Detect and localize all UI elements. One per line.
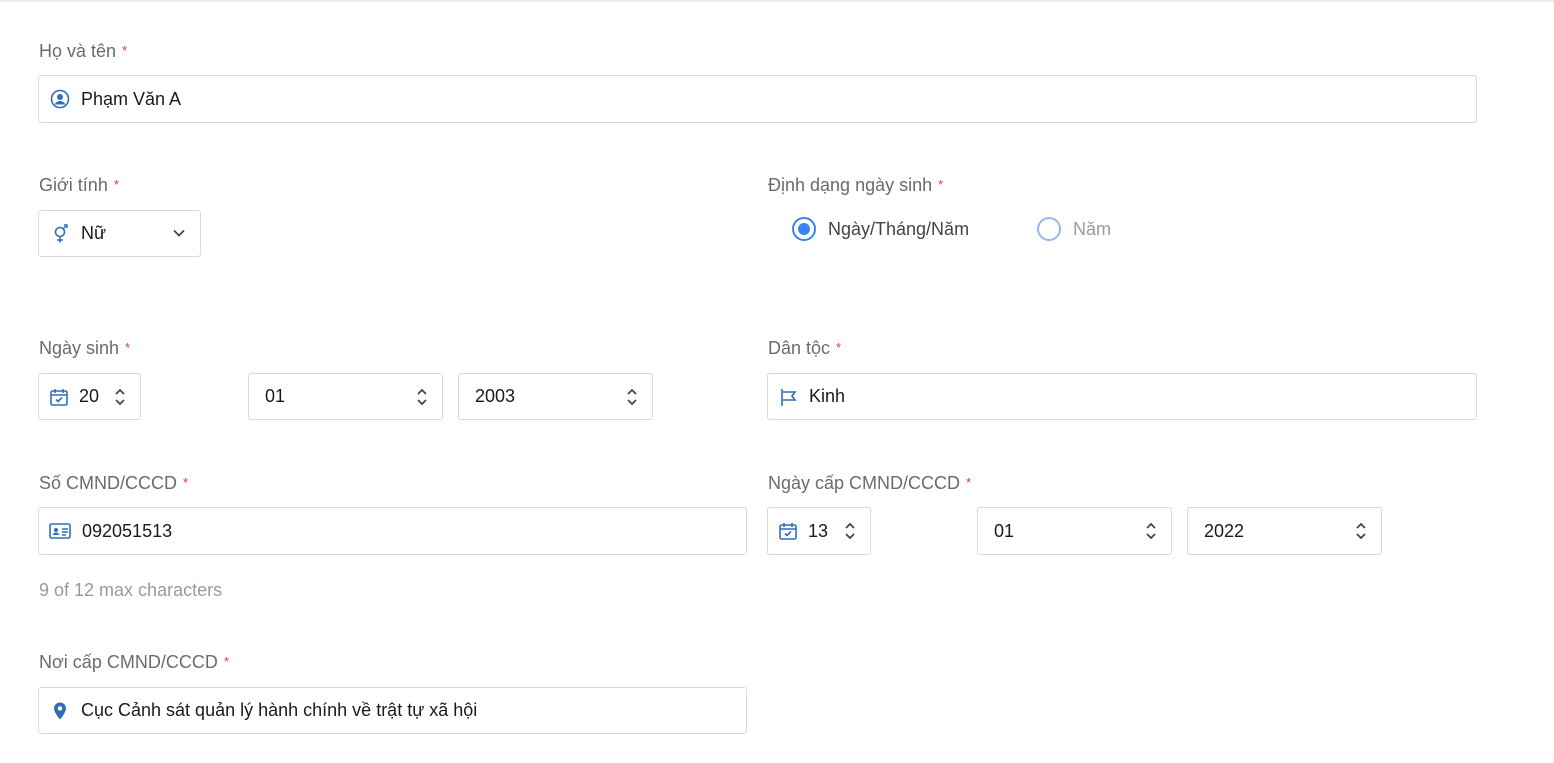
- location-pin-icon: [50, 701, 70, 721]
- user-circle-icon: [50, 89, 70, 109]
- full-name-label: Họ và tên *: [39, 41, 128, 61]
- id-issue-day-input[interactable]: 13: [767, 507, 871, 555]
- calendar-icon: [49, 387, 69, 407]
- id-number-char-count: 9 of 12 max characters: [39, 580, 223, 600]
- chevron-down-icon: [172, 226, 186, 245]
- spinner-icon[interactable]: [416, 387, 428, 407]
- full-name-value: Phạm Văn A: [81, 88, 182, 109]
- full-name-input[interactable]: Phạm Văn A: [38, 75, 1477, 123]
- radio-unselected-indicator: [1037, 217, 1061, 241]
- calendar-icon: [778, 521, 798, 541]
- id-issue-date-label: Ngày cấp CMND/CCCD *: [768, 473, 972, 493]
- gender-label: Giới tính *: [39, 175, 119, 195]
- gender-select[interactable]: Nữ: [38, 210, 201, 257]
- dob-format-label: Định dạng ngày sinh *: [768, 175, 944, 195]
- radio-selected-indicator: [792, 217, 816, 241]
- id-issue-place-label: Nơi cấp CMND/CCCD *: [39, 652, 229, 672]
- id-number-label: Số CMND/CCCD *: [39, 473, 189, 493]
- top-divider: [0, 0, 1554, 3]
- ethnicity-input[interactable]: Kinh: [767, 373, 1477, 420]
- spinner-icon[interactable]: [844, 521, 856, 541]
- dob-month-input[interactable]: 01: [248, 373, 443, 420]
- dob-label: Ngày sinh *: [39, 338, 131, 358]
- radio-day-month-year[interactable]: Ngày/Tháng/Năm: [792, 217, 969, 241]
- spinner-icon[interactable]: [114, 387, 126, 407]
- dob-day-input[interactable]: 20: [38, 373, 141, 420]
- spinner-icon[interactable]: [1355, 521, 1367, 541]
- spinner-icon[interactable]: [626, 387, 638, 407]
- id-number-input[interactable]: 092051513: [38, 507, 747, 555]
- spinner-icon[interactable]: [1145, 521, 1157, 541]
- radio-year-only[interactable]: Năm: [1037, 217, 1111, 241]
- id-issue-year-input[interactable]: 2022: [1187, 507, 1382, 555]
- gender-value: Nữ: [81, 223, 107, 243]
- dob-year-input[interactable]: 2003: [458, 373, 653, 420]
- gender-icon: [50, 223, 70, 244]
- id-issue-month-input[interactable]: 01: [977, 507, 1172, 555]
- flag-icon: [779, 387, 799, 407]
- id-card-icon: [49, 521, 71, 541]
- ethnicity-label: Dân tộc *: [768, 338, 842, 358]
- id-issue-place-input[interactable]: Cục Cảnh sát quản lý hành chính về trật …: [38, 687, 747, 734]
